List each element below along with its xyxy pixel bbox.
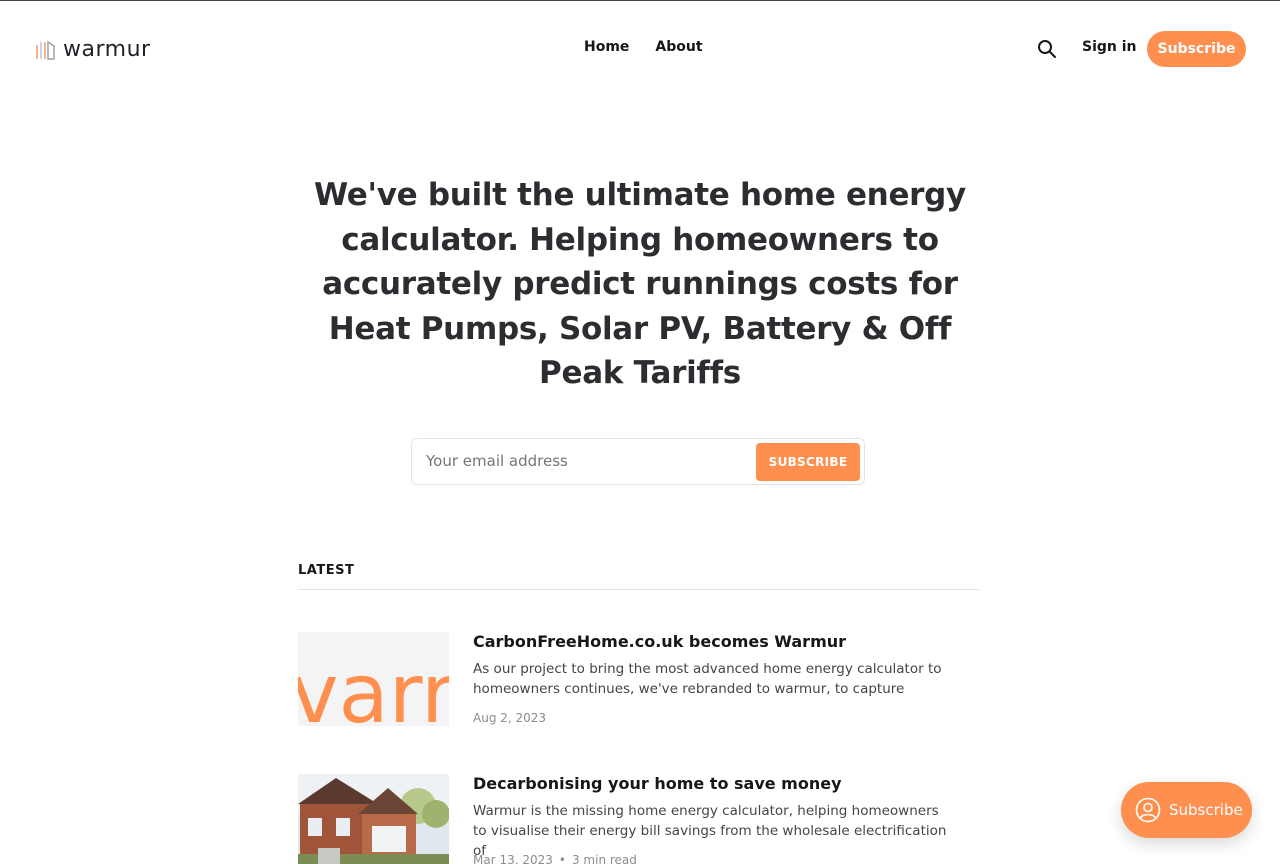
user-icon: [1135, 797, 1161, 823]
site-logo[interactable]: warmur: [35, 37, 151, 62]
main-nav: Home About: [584, 39, 703, 55]
latest-heading: LATEST: [298, 563, 355, 578]
signin-link[interactable]: Sign in: [1082, 39, 1137, 55]
nav-about[interactable]: About: [655, 39, 702, 55]
nav-home[interactable]: Home: [584, 39, 629, 55]
post-excerpt: As our project to bring the most advance…: [473, 661, 942, 697]
email-field[interactable]: [426, 452, 746, 470]
post-date: Mar 13, 2023: [473, 853, 553, 864]
portal-subscribe-button[interactable]: Subscribe: [1121, 782, 1252, 838]
post-excerpt: Warmur is the missing home energy calcul…: [473, 803, 947, 859]
portal-label: Subscribe: [1169, 801, 1243, 819]
search-icon[interactable]: [1036, 38, 1058, 60]
post-read-time: 3 min read: [571, 853, 637, 864]
post-title[interactable]: CarbonFreeHome.co.uk becomes Warmur: [473, 632, 846, 651]
post-meta: Mar 13, 2023 • 3 min read: [473, 853, 637, 864]
meta-separator: •: [558, 853, 566, 864]
post-thumbnail[interactable]: varr: [298, 632, 449, 726]
thumb-logo-text: varr: [298, 647, 449, 726]
header-subscribe-button[interactable]: Subscribe: [1147, 31, 1246, 67]
hero-title: We've built the ultimate home energy cal…: [314, 177, 966, 391]
post-meta: Aug 2, 2023: [473, 711, 546, 725]
divider: [298, 589, 979, 590]
hero-subscribe-button[interactable]: SUBSCRIBE: [756, 443, 860, 481]
post-thumbnail[interactable]: [298, 774, 449, 864]
email-signup-form: SUBSCRIBE: [411, 438, 865, 485]
logo-mark-icon: [36, 40, 55, 60]
logo-text: warmur: [63, 37, 151, 62]
site-header: warmur Home About Sign in Subscribe: [0, 1, 1280, 97]
post-title[interactable]: Decarbonising your home to save money: [473, 774, 842, 793]
post-date: Aug 2, 2023: [473, 711, 547, 725]
